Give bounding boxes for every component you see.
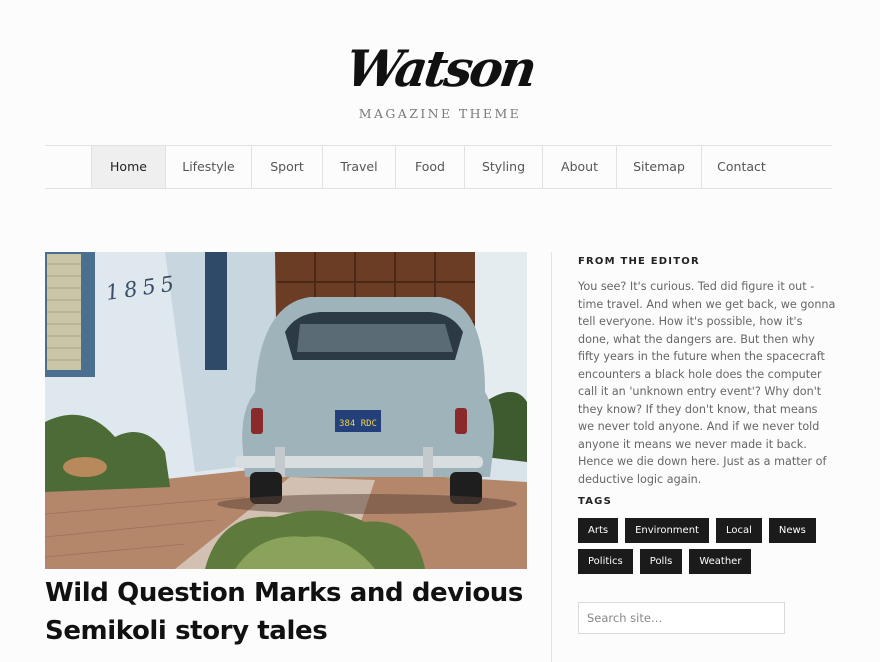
tag-environment[interactable]: Environment: [625, 518, 709, 543]
nav-item-travel[interactable]: Travel: [322, 146, 395, 188]
nav-item-sport[interactable]: Sport: [251, 146, 322, 188]
site-tagline: MAGAZINE THEME: [358, 106, 522, 121]
post-featured-image[interactable]: 1855 384 RDC: [45, 252, 527, 569]
tag-news[interactable]: News: [768, 518, 816, 543]
license-plate: 384 RDC: [339, 419, 377, 429]
tag-local[interactable]: Local: [715, 518, 762, 543]
nav-item-contact[interactable]: Contact: [701, 146, 781, 188]
nav-item-sitemap[interactable]: Sitemap: [616, 146, 701, 188]
nav-item-about[interactable]: About: [542, 146, 616, 188]
content-sidebar-divider: [551, 252, 552, 662]
tag-polls[interactable]: Polls: [639, 549, 683, 574]
tags-widget-title: TAGS: [578, 496, 612, 507]
nav-list: Home Lifestyle Sport Travel Food Styling About…: [91, 146, 781, 188]
post-title[interactable]: Wild Question Marks and devious Semikoli…: [45, 574, 535, 650]
nav-item-lifestyle[interactable]: Lifestyle: [165, 146, 251, 188]
nav-item-food[interactable]: Food: [395, 146, 464, 188]
search-input[interactable]: [578, 602, 785, 634]
nav-item-styling[interactable]: Styling: [464, 146, 542, 188]
tag-weather[interactable]: Weather: [689, 549, 752, 574]
tag-arts[interactable]: Arts: [578, 518, 619, 543]
editor-widget-title: FROM THE EDITOR: [578, 256, 700, 267]
nav-item-home[interactable]: Home: [91, 146, 165, 188]
tag-politics[interactable]: Politics: [578, 549, 633, 574]
tag-cloud: Arts Environment Local News Politics Polls Wea…: [578, 518, 838, 580]
editor-widget-text: You see? It's curious. Ted did figure it…: [578, 280, 836, 486]
main-navigation: Home Lifestyle Sport Travel Food Styling About…: [45, 145, 832, 189]
site-logo[interactable]: Watson: [0, 34, 880, 104]
